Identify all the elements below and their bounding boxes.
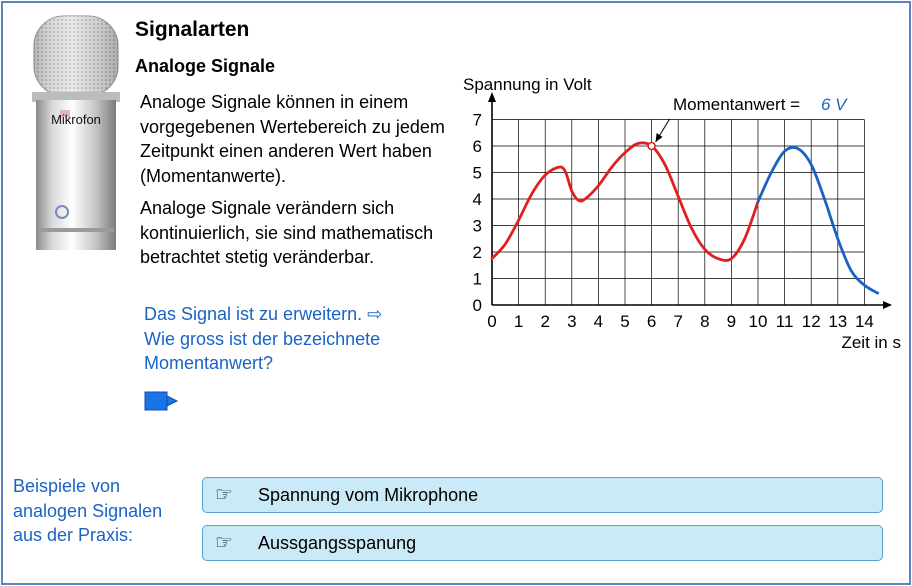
y-tick-label: 1 xyxy=(473,270,482,289)
x-tick-label: 7 xyxy=(673,312,682,331)
x-tick-label: 11 xyxy=(776,312,794,331)
microphone-label: Mikrofon xyxy=(51,112,101,127)
paragraph-2: Analoge Signale verändern sich kontinuie… xyxy=(140,198,434,267)
next-button[interactable] xyxy=(144,390,180,412)
y-axis-label: Spannung in Volt xyxy=(463,75,592,94)
example-label: Aussgangsspanung xyxy=(258,533,417,553)
x-tick-label: 13 xyxy=(828,312,847,331)
x-tick-label: 6 xyxy=(647,312,656,331)
example-button-output[interactable]: ☞ Aussgangsspanung xyxy=(202,525,883,561)
series-line-1 xyxy=(756,146,880,295)
x-tick-label: 8 xyxy=(700,312,709,331)
example-button-microphone[interactable]: ☞ Spannung vom Mikrophone xyxy=(202,477,883,513)
page-title: Signalarten xyxy=(135,18,250,41)
x-tick-label: 3 xyxy=(567,312,576,331)
y-tick-label: 6 xyxy=(473,137,482,156)
momentanwert-marker xyxy=(647,141,656,151)
x-tick-label: 9 xyxy=(727,312,736,331)
arrow-right-icon xyxy=(144,391,179,411)
x-tick-label: 10 xyxy=(749,312,768,331)
paragraph-1: Analoge Signale können in einem vorgegeb… xyxy=(140,92,445,186)
y-tick-label: 4 xyxy=(473,190,482,209)
y-tick-label: 7 xyxy=(473,111,482,130)
prompt-line-2: Wie gross ist der bezeichnete Momentanwe… xyxy=(144,328,381,374)
x-tick-label: 12 xyxy=(802,312,821,331)
example-label: Spannung vom Mikrophone xyxy=(258,485,479,505)
prompt-text: Das Signal ist zu erweitern. ⇨ Wie gross… xyxy=(144,302,444,376)
section-title: Analoge Signale xyxy=(135,56,276,76)
voltage-chart: 0 1 2 3 4 5 6 7 8 9 10 11 12 13 1401234567Spannung in … xyxy=(463,75,901,352)
examples-label: Beispiele von analogen Signalen aus der … xyxy=(13,476,163,545)
x-tick-label: 2 xyxy=(540,312,549,331)
microphone-image: Mikrofon xyxy=(32,15,120,250)
x-tick-label: 4 xyxy=(594,312,603,331)
x-tick-label: 5 xyxy=(620,312,629,331)
y-tick-label: 5 xyxy=(473,164,482,183)
x-tick-label: 1 xyxy=(514,312,523,331)
y-tick-label: 0 xyxy=(473,296,482,315)
annotation-label: Momentanwert = xyxy=(673,95,800,114)
pointing-hand-icon: ☞ xyxy=(215,484,233,506)
y-tick-label: 3 xyxy=(473,217,482,236)
x-tick-label: 14 xyxy=(855,312,874,331)
annotation-value: 6 V xyxy=(821,95,848,114)
pointing-hand-icon: ☞ xyxy=(215,532,233,554)
prompt-line-1: Das Signal ist zu erweitern. ⇨ xyxy=(144,304,383,324)
y-tick-label: 2 xyxy=(473,243,482,262)
x-tick-label: 0 xyxy=(487,312,496,331)
x-axis-arrow xyxy=(883,301,893,309)
x-axis-label: Zeit in s xyxy=(841,333,901,352)
annotation-arrowhead xyxy=(655,133,663,142)
